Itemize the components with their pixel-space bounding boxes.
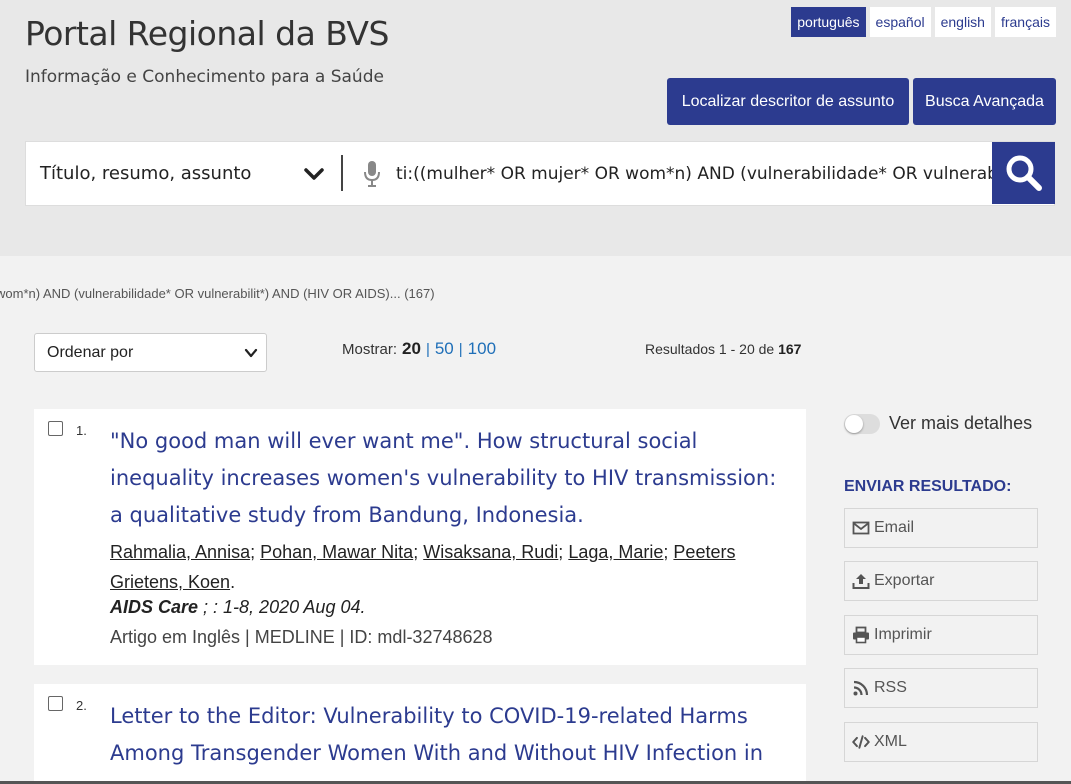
author-link[interactable]: Laga, Marie <box>568 542 663 562</box>
print-label: Imprimir <box>874 626 932 643</box>
toggle-knob <box>845 415 863 433</box>
email-label: Email <box>874 519 915 536</box>
search-input[interactable]: ti:((mulher* OR mujer* OR wom*n) AND (vu… <box>396 142 996 205</box>
result-meta: Artigo em Inglês | MEDLINE | ID: mdl-327… <box>110 627 493 647</box>
rss-label: RSS <box>874 679 907 696</box>
page-size-selector: Mostrar: 20 | 50 | 100 <box>342 339 496 359</box>
result-number: 1. <box>76 423 87 438</box>
rss-icon <box>853 680 869 696</box>
details-toggle-label: Ver mais detalhes <box>889 413 1033 433</box>
author-separator: ; <box>663 542 669 562</box>
upload-icon <box>852 574 870 589</box>
export-label: Exportar <box>874 572 935 589</box>
page-size-50[interactable]: 50 <box>435 339 454 359</box>
result-card: 2. Letter to the Editor: Vulnerability t… <box>34 684 806 784</box>
search-icon <box>1006 155 1042 191</box>
page-size-100[interactable]: 100 <box>468 339 496 359</box>
xml-button[interactable]: XML <box>844 722 1038 762</box>
search-bar: Título, resumo, assunto ti:((mulher* OR … <box>25 141 1055 206</box>
author-separator: ; <box>558 542 564 562</box>
chevron-down-icon <box>244 348 258 358</box>
result-card: 1. "No good man will ever want me". How … <box>34 409 806 665</box>
chevron-down-icon[interactable] <box>302 162 326 186</box>
query-echo: wom*n) AND (vulnerabilidade* OR vulnerab… <box>0 286 435 301</box>
result-number: 2. <box>76 698 87 713</box>
result-checkbox[interactable] <box>48 696 63 711</box>
rss-button[interactable]: RSS <box>844 668 1038 708</box>
author-link[interactable]: Pohan, Mawar Nita <box>260 542 413 562</box>
envelope-icon <box>852 521 870 535</box>
lang-portugues[interactable]: português <box>791 7 866 37</box>
xml-label: XML <box>874 733 907 750</box>
results-count-prefix: Resultados 1 - 20 de <box>645 341 775 357</box>
author-link[interactable]: Rahmalia, Annisa <box>110 542 250 562</box>
search-field-select[interactable]: Título, resumo, assunto <box>40 142 251 205</box>
search-submit-button[interactable] <box>992 142 1055 204</box>
results-total: 167 <box>778 341 802 357</box>
search-divider <box>341 155 343 191</box>
lang-espanol[interactable]: español <box>869 7 931 37</box>
page-size-separator: | <box>425 341 430 358</box>
result-checkbox[interactable] <box>48 421 63 436</box>
export-button[interactable]: Exportar <box>844 561 1038 601</box>
authors-end: . <box>230 572 236 592</box>
result-title-link[interactable]: Letter to the Editor: Vulnerability to C… <box>110 698 780 772</box>
code-icon <box>852 735 870 749</box>
email-button[interactable]: Email <box>844 508 1038 548</box>
mostrar-label: Mostrar: <box>342 341 398 358</box>
order-select-label: Ordenar por <box>47 343 134 361</box>
author-separator: ; <box>413 542 419 562</box>
page-size-separator: | <box>458 341 463 358</box>
microphone-icon[interactable] <box>362 160 382 188</box>
results-count: Resultados 1 - 20 de 167 <box>645 341 801 357</box>
result-journal: AIDS Care ; : 1-8, 2020 Aug 04. <box>110 597 365 618</box>
journal-details: ; : 1-8, 2020 Aug 04. <box>198 597 366 617</box>
lang-francais[interactable]: français <box>994 7 1056 37</box>
enviar-title: ENVIAR RESULTADO: <box>844 478 1012 495</box>
author-separator: ; <box>250 542 256 562</box>
result-title-link[interactable]: "No good man will ever want me". How str… <box>110 423 780 534</box>
advanced-search-button[interactable]: Busca Avançada <box>913 78 1056 125</box>
result-authors: Rahmalia, Annisa; Pohan, Mawar Nita; Wis… <box>110 537 770 597</box>
printer-icon <box>853 626 869 644</box>
author-link[interactable]: Wisaksana, Rudi <box>423 542 558 562</box>
language-switcher: português español english français <box>791 7 1056 37</box>
journal-name: AIDS Care <box>110 597 199 617</box>
site-title[interactable]: Portal Regional da BVS <box>25 14 389 53</box>
page-size-20[interactable]: 20 <box>402 339 421 359</box>
print-button[interactable]: Imprimir <box>844 615 1038 655</box>
descritor-button[interactable]: Localizar descritor de assunto <box>667 78 909 125</box>
details-toggle[interactable] <box>844 414 880 434</box>
site-subtitle: Informação e Conhecimento para a Saúde <box>25 67 384 87</box>
lang-english[interactable]: english <box>934 7 991 37</box>
order-select[interactable]: Ordenar por <box>34 333 267 372</box>
